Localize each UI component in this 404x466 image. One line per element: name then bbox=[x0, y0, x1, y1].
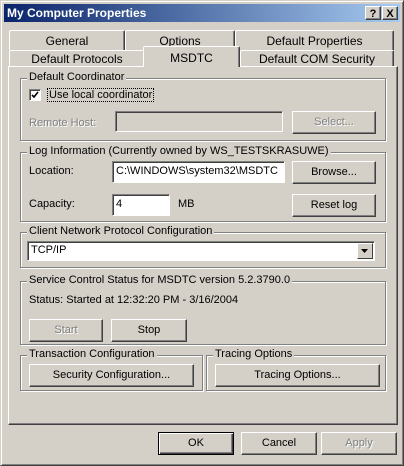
tab-default-properties[interactable]: Default Properties bbox=[235, 30, 394, 50]
location-label: Location: bbox=[29, 165, 74, 177]
msdtc-panel: Default Coordinator Use local coordinato… bbox=[8, 66, 398, 425]
tab-default-protocols-label: Default Protocols bbox=[31, 52, 123, 66]
chevron-down-icon bbox=[361, 249, 368, 253]
tracing-options-legend: Tracing Options bbox=[213, 348, 295, 360]
title-bar: My Computer Properties ? X bbox=[4, 4, 400, 22]
remote-host-label: Remote Host: bbox=[29, 117, 97, 129]
location-value: C:\WINDOWS\system32\MSDTC bbox=[116, 165, 278, 177]
tracing-options-group: Tracing Options Tracing Options... bbox=[206, 348, 386, 391]
client-network-legend: Client Network Protocol Configuration bbox=[27, 225, 215, 237]
default-coordinator-group: Default Coordinator Use local coordinato… bbox=[20, 71, 386, 141]
tab-general-label: General bbox=[45, 34, 89, 48]
capacity-label: Capacity: bbox=[29, 198, 75, 210]
location-input[interactable]: C:\WINDOWS\system32\MSDTC bbox=[112, 161, 285, 183]
help-icon: ? bbox=[369, 8, 377, 20]
service-status-text: Status: Started at 12:32:20 PM - 3/16/20… bbox=[29, 294, 239, 306]
remote-host-field bbox=[115, 111, 283, 132]
log-information-group: Log Information (Currently owned by WS_T… bbox=[20, 145, 386, 222]
tab-default-properties-label: Default Properties bbox=[266, 34, 363, 48]
checkmark-icon bbox=[31, 91, 39, 99]
security-configuration-label: Security Configuration... bbox=[52, 369, 171, 381]
apply-button-label: Apply bbox=[345, 437, 373, 449]
service-control-legend: Service Control Status for MSDTC version… bbox=[27, 274, 293, 286]
start-button-label: Start bbox=[54, 324, 78, 336]
browse-button-label: Browse... bbox=[311, 166, 357, 178]
use-local-coordinator-label[interactable]: Use local coordinator bbox=[47, 88, 155, 102]
tab-msdtc-label: MSDTC bbox=[170, 51, 213, 65]
tab-default-com-security-label: Default COM Security bbox=[258, 52, 376, 66]
help-button[interactable]: ? bbox=[365, 6, 381, 20]
apply-button: Apply bbox=[321, 432, 397, 455]
select-button: Select... bbox=[292, 111, 376, 134]
ok-button-label: OK bbox=[188, 437, 204, 449]
use-local-coordinator-checkbox[interactable] bbox=[29, 89, 41, 101]
capacity-input[interactable]: 4 bbox=[112, 194, 170, 216]
client-network-group: Client Network Protocol Configuration TC… bbox=[20, 225, 386, 268]
select-button-label: Select... bbox=[314, 116, 354, 128]
cancel-button[interactable]: Cancel bbox=[241, 432, 317, 455]
close-icon: X bbox=[386, 8, 394, 20]
transaction-config-group: Transaction Configuration Security Confi… bbox=[20, 348, 203, 391]
protocol-select[interactable]: TCP/IP bbox=[27, 241, 375, 261]
transaction-config-legend: Transaction Configuration bbox=[27, 348, 157, 360]
stop-button-label: Stop bbox=[137, 324, 161, 336]
reset-log-button[interactable]: Reset log bbox=[292, 194, 376, 217]
window-title: My Computer Properties bbox=[7, 6, 147, 20]
start-button: Start bbox=[29, 319, 103, 342]
capacity-value: 4 bbox=[116, 198, 123, 210]
properties-window: My Computer Properties ? X General Optio… bbox=[0, 0, 404, 466]
cancel-button-label: Cancel bbox=[261, 437, 297, 449]
tab-general[interactable]: General bbox=[9, 30, 125, 50]
dropdown-arrow-button[interactable] bbox=[357, 243, 373, 259]
log-information-legend: Log Information (Currently owned by WS_T… bbox=[27, 145, 331, 157]
tab-msdtc[interactable]: MSDTC bbox=[143, 46, 240, 67]
browse-button[interactable]: Browse... bbox=[292, 161, 376, 184]
tracing-options-label: Tracing Options... bbox=[254, 369, 341, 381]
default-coordinator-legend: Default Coordinator bbox=[27, 71, 127, 83]
stop-button[interactable]: Stop bbox=[111, 319, 187, 342]
protocol-select-value: TCP/IP bbox=[31, 244, 67, 256]
tracing-options-button[interactable]: Tracing Options... bbox=[215, 364, 380, 387]
ok-button[interactable]: OK bbox=[158, 432, 234, 455]
service-control-group: Service Control Status for MSDTC version… bbox=[20, 274, 386, 345]
capacity-unit: MB bbox=[178, 198, 195, 210]
close-button[interactable]: X bbox=[382, 6, 398, 20]
reset-log-button-label: Reset log bbox=[310, 199, 358, 211]
security-configuration-button[interactable]: Security Configuration... bbox=[29, 364, 194, 387]
